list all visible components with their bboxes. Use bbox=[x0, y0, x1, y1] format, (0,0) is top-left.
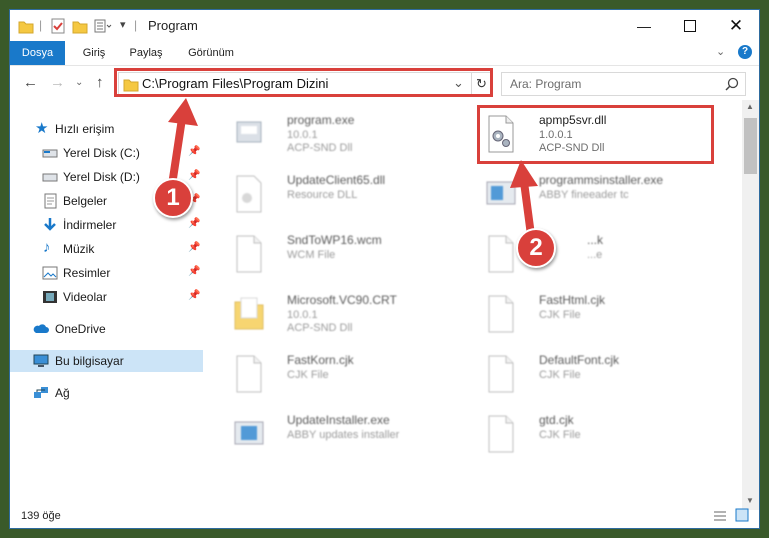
annotation-badge-1: 1 bbox=[153, 178, 193, 218]
annotation-arrows bbox=[168, 98, 538, 239]
explorer-window: | ▾ | Program — ✕ Dosya Giriş Paylaş Gör… bbox=[10, 10, 759, 528]
annotation-badge-2: 2 bbox=[516, 228, 556, 268]
